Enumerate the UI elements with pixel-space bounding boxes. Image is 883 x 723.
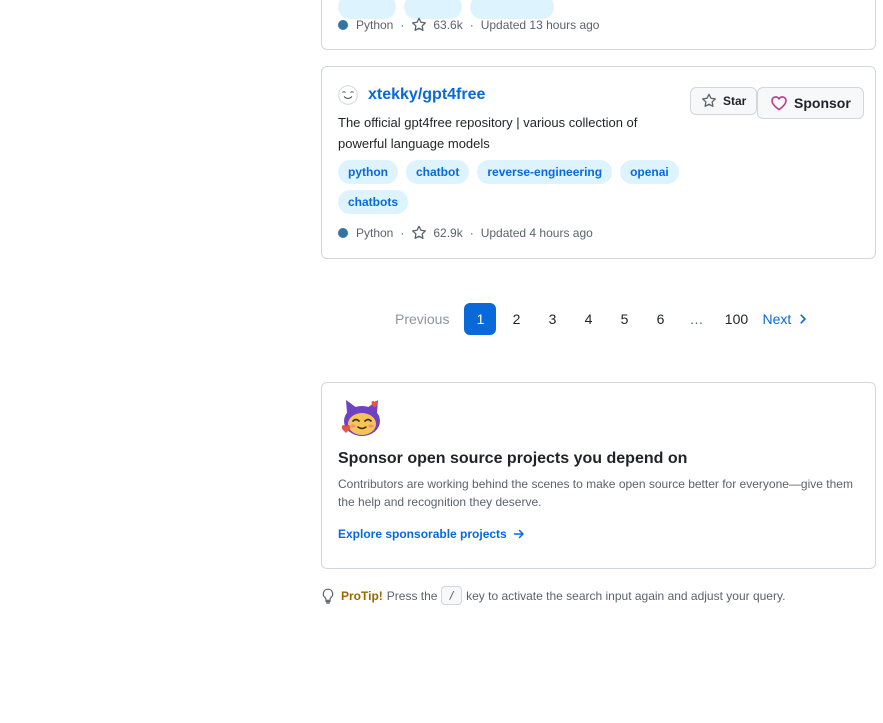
protip: ProTip! Press the / key to activate the … <box>321 586 785 605</box>
star-button[interactable]: Star <box>690 87 758 115</box>
sponsor-promo-card: Sponsor open source projects you depend … <box>321 382 876 569</box>
topic-tag[interactable]: chatbot <box>406 160 470 184</box>
pagination: Previous 1 2 3 4 5 6 … 100 Next <box>395 303 809 335</box>
repo-owner-avatar[interactable] <box>338 85 358 105</box>
topic-tag[interactable]: chatbots <box>338 190 409 214</box>
mona-heart-icon <box>341 400 380 436</box>
page-4-button[interactable]: 4 <box>572 303 604 335</box>
explore-link-label: Explore sponsorable projects <box>338 527 507 541</box>
topic-tag[interactable]: openai <box>620 160 679 184</box>
page-1-button[interactable]: 1 <box>464 303 497 335</box>
star-button-label: Star <box>723 94 747 108</box>
explore-sponsorable-link[interactable]: Explore sponsorable projects <box>338 527 525 541</box>
updated-time: Updated 4 hours ago <box>480 226 593 240</box>
previous-page-button: Previous <box>395 311 450 327</box>
sponsor-button[interactable]: Sponsor <box>757 87 864 119</box>
topic-tag[interactable]: reverse-engineering <box>477 160 613 184</box>
topic-tag[interactable]: python <box>338 160 398 184</box>
slash-key-hint: / <box>441 586 463 605</box>
heart-icon <box>771 96 787 111</box>
sponsor-promo-title: Sponsor open source projects you depend … <box>338 450 688 467</box>
repo-meta: Python · 62.9k · Updated 4 hours ago <box>338 225 593 241</box>
chevron-right-icon <box>800 314 807 324</box>
page-6-button[interactable]: 6 <box>644 303 676 335</box>
repo-meta: Python · 63.6k · Updated 13 hours ago <box>338 17 599 33</box>
language-color-dot <box>338 20 348 30</box>
pagination-gap: … <box>689 311 704 327</box>
page-100-button[interactable]: 100 <box>716 303 756 335</box>
arrow-right-icon <box>513 529 524 539</box>
repo-description: The official gpt4free repository | vario… <box>338 115 638 151</box>
repo-name-link[interactable]: xtekky/gpt4free <box>368 86 485 104</box>
topics-list: python chatbot reverse-engineering opena… <box>338 160 683 214</box>
star-icon <box>412 17 427 31</box>
page-2-button[interactable]: 2 <box>500 303 532 335</box>
repo-card-previous: Python · 63.6k · Updated 13 hours ago <box>321 0 876 50</box>
updated-time: Updated 13 hours ago <box>480 18 600 32</box>
star-icon <box>702 93 716 107</box>
repo-card: xtekky/gpt4free The official gpt4free re… <box>321 66 876 259</box>
next-label: Next <box>762 311 792 327</box>
next-page-button[interactable]: Next <box>762 311 809 327</box>
language-label: Python <box>356 18 394 32</box>
light-bulb-icon <box>322 588 334 604</box>
language-color-dot <box>338 228 348 238</box>
language-label: Python <box>356 226 394 240</box>
protip-text-after: key to activate the search input again a… <box>466 588 786 603</box>
sponsor-promo-description: Contributors are working behind the scen… <box>338 477 853 509</box>
protip-text-before: Press the <box>386 588 438 603</box>
sponsor-button-label: Sponsor <box>794 95 851 111</box>
star-count[interactable]: 63.6k <box>433 18 462 32</box>
star-icon <box>412 225 427 239</box>
protip-label: ProTip! <box>341 588 383 603</box>
page-5-button[interactable]: 5 <box>608 303 640 335</box>
page-3-button[interactable]: 3 <box>536 303 568 335</box>
star-count[interactable]: 62.9k <box>433 226 462 240</box>
